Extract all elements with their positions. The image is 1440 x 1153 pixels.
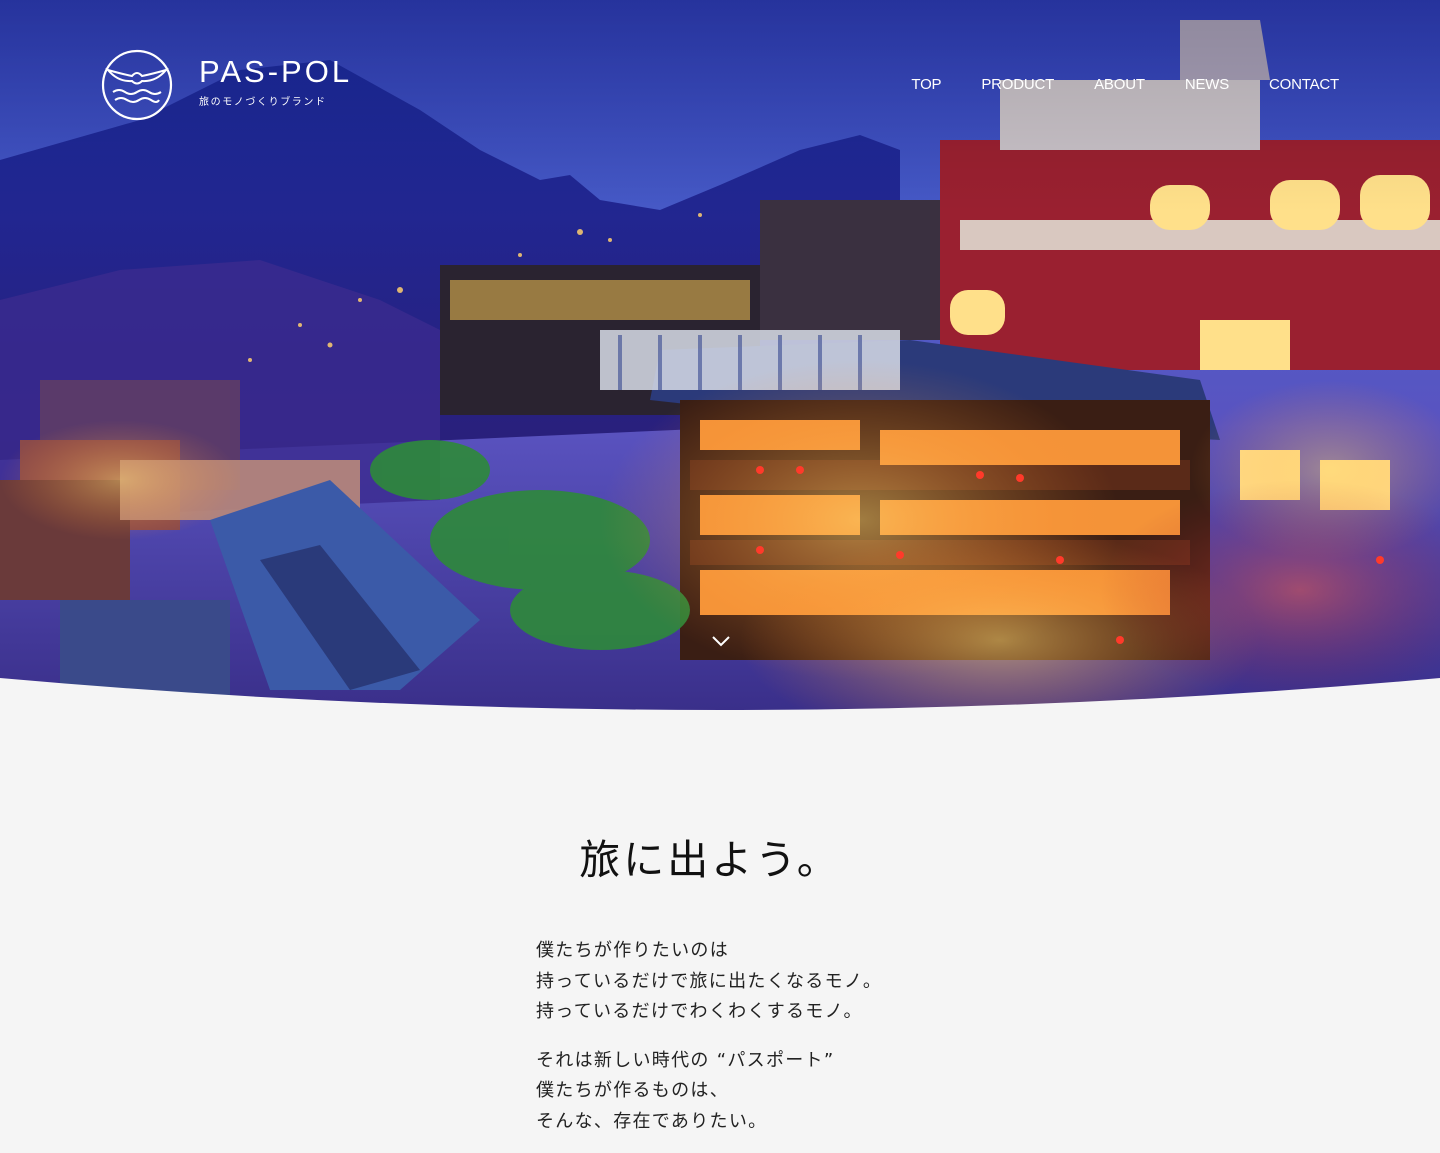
brand-tagline: 旅のモノづくりブランド	[199, 97, 327, 108]
intro-paragraph-1: 僕たちが作りたいのは 持っているだけで旅に出たくなるモノ。 持っているだけでわく…	[536, 936, 882, 1028]
nav-item-news[interactable]: NEWS	[1185, 76, 1229, 93]
bird-wave-logo-icon	[101, 49, 173, 121]
nav-item-contact[interactable]: CONTACT	[1269, 76, 1339, 93]
intro-headline: 旅に出よう。	[579, 836, 841, 884]
intro-line: そんな、存在でありたい。	[536, 1110, 768, 1132]
intro-line: 持っているだけで旅に出たくなるモノ。	[536, 970, 883, 992]
intro-copy: 僕たちが作りたいのは 持っているだけで旅に出たくなるモノ。 持っているだけでわく…	[536, 936, 882, 1153]
intro-line: 僕たちが作りたいのは	[536, 940, 729, 961]
brand-name: PAS-POL	[199, 54, 353, 89]
brand-logo[interactable]: PAS-POL 旅のモノづくりブランド	[100, 48, 352, 122]
intro-line: 持っているだけでわくわくするモノ。	[536, 1001, 863, 1022]
nav-item-top[interactable]: TOP	[911, 76, 941, 93]
nav-item-product[interactable]: PRODUCT	[981, 76, 1054, 93]
intro-line: それは新しい時代の “パスポート”	[536, 1049, 835, 1071]
nav-item-about[interactable]: ABOUT	[1094, 76, 1145, 93]
intro-line: 僕たちが作るものは、	[536, 1080, 729, 1101]
hero-banner: PAS-POL 旅のモノづくりブランド TOP PRODUCT ABOUT NE…	[0, 0, 1440, 710]
main-navigation: TOP PRODUCT ABOUT NEWS CONTACT	[871, 76, 1339, 93]
chevron-down-icon[interactable]	[711, 634, 731, 648]
intro-paragraph-2: それは新しい時代の “パスポート” 僕たちが作るものは、 そんな、存在でありたい…	[536, 1046, 882, 1138]
